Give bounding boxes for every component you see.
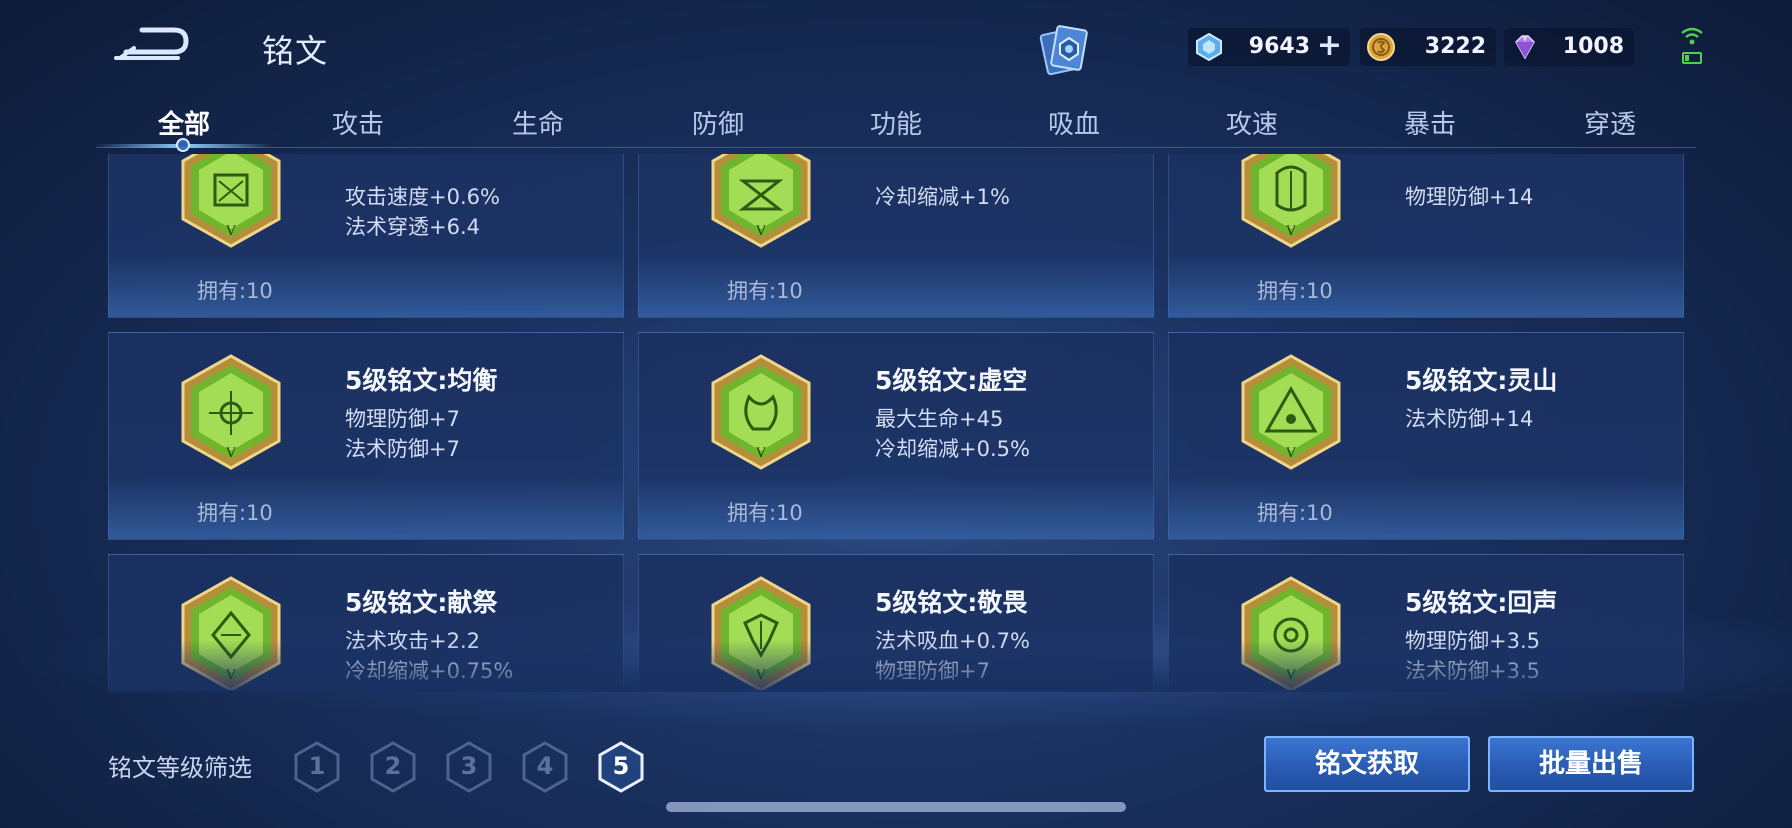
rune-level-mark: V — [1285, 446, 1296, 461]
tab-defense[interactable]: 防御 — [658, 104, 778, 141]
level-filter-label: 铭文等级筛选 — [108, 754, 252, 782]
rune-stat-1: 物理防御+7 — [345, 407, 460, 431]
rune-stat-1: 物理防御+14 — [1405, 185, 1534, 209]
batch-sell-button[interactable]: 批量出售 — [1488, 736, 1694, 792]
tab-function[interactable]: 功能 — [836, 104, 956, 141]
rune-owned-count: 拥有:10 — [197, 501, 273, 525]
green-rune-icon: V — [1241, 576, 1341, 690]
rune-name: 5级铭文:虚空 — [875, 366, 1028, 395]
gold-coin-icon — [1367, 33, 1395, 61]
tab-attack[interactable]: 攻击 — [298, 104, 418, 141]
level-number: 2 — [384, 752, 402, 780]
level-filter-1[interactable]: 1 — [292, 740, 342, 794]
rune-name: 5级铭文:灵山 — [1405, 366, 1558, 395]
rune-owned-count: 拥有:10 — [197, 279, 273, 303]
rune-stat-1: 冷却缩减+1% — [875, 185, 1010, 209]
tab-critical[interactable]: 暴击 — [1370, 104, 1490, 141]
back-arrow-icon — [114, 27, 189, 60]
level-filter-2[interactable]: 2 — [368, 740, 418, 794]
ticket-amount: 9643 — [1248, 34, 1310, 59]
rune-grid: V 攻击速度+0.6% 法术穿透+6.4 拥有:10 V 冷却缩减+1% 拥有:10 V 物理防… — [108, 154, 1684, 690]
green-rune-icon: V — [711, 354, 811, 470]
back-button[interactable] — [112, 22, 192, 66]
tab-health[interactable]: 生命 — [478, 104, 598, 141]
tab-lifesteal[interactable]: 吸血 — [1014, 104, 1134, 141]
top-bar: 铭文 9643 + 3222 1008 — [0, 0, 1792, 90]
rune-card-sacrifice[interactable]: V 5级铭文:献祭法术攻击+2.2 冷却缩减+0.75% — [108, 554, 624, 690]
home-indicator[interactable] — [666, 802, 1126, 812]
green-rune-icon: V — [181, 154, 281, 248]
rune-stat-2: 法术穿透+6.4 — [345, 215, 480, 239]
rune-stat-2: 法术防御+3.5 — [1405, 659, 1540, 683]
gem-amount: 1008 — [1562, 34, 1624, 59]
level-number: 4 — [536, 752, 554, 780]
level-filter-3[interactable]: 3 — [444, 740, 494, 794]
add-currency-plus-icon[interactable]: + — [1317, 31, 1342, 61]
diamond-ticket-icon — [1196, 32, 1222, 62]
level-filter-5[interactable]: 5 — [596, 740, 646, 794]
rune-level-mark: V — [755, 224, 766, 239]
gem-currency: 1008 — [1504, 28, 1634, 66]
rune-owned-count: 拥有:10 — [1257, 279, 1333, 303]
level-number: 5 — [612, 752, 630, 780]
rune-level-mark: V — [1285, 668, 1296, 683]
tab-all[interactable]: 全部 — [124, 104, 244, 141]
rune-level-mark: V — [225, 446, 236, 461]
rune-stat-1: 法术防御+14 — [1405, 407, 1534, 431]
gold-amount: 3222 — [1424, 34, 1486, 59]
rune-stat-2: 冷却缩减+0.75% — [345, 659, 514, 683]
tab-attack-speed[interactable]: 攻速 — [1192, 104, 1312, 141]
tab-penetration[interactable]: 穿透 — [1550, 104, 1670, 141]
green-rune-icon: V — [181, 576, 281, 690]
wifi-icon — [1681, 27, 1703, 45]
rune-level-mark: V — [755, 668, 766, 683]
rune-card-echo[interactable]: V 5级铭文:回声物理防御+3.5 法术防御+3.5 — [1168, 554, 1684, 690]
green-rune-icon: V — [711, 154, 811, 248]
rune-card-void[interactable]: V 5级铭文:虚空最大生命+45 冷却缩减+0.5% 拥有:10 — [638, 332, 1154, 540]
rune-name: 5级铭文:均衡 — [345, 366, 498, 395]
rune-card-defense[interactable]: V 物理防御+14 拥有:10 — [1168, 154, 1684, 318]
rune-card-cooldown[interactable]: V 冷却缩减+1% 拥有:10 — [638, 154, 1154, 318]
rune-level-mark: V — [755, 446, 766, 461]
page-title: 铭文 — [262, 32, 329, 70]
purple-gem-icon — [1515, 35, 1535, 60]
ticket-currency: 9643 + — [1188, 28, 1350, 66]
green-rune-icon: V — [711, 576, 811, 690]
rune-level-mark: V — [1285, 224, 1296, 239]
rune-stat-2: 冷却缩减+0.5% — [875, 437, 1030, 461]
battery-icon — [1682, 52, 1702, 64]
level-number: 1 — [308, 752, 326, 780]
rune-owned-count: 拥有:10 — [727, 501, 803, 525]
gold-currency: 3222 — [1360, 28, 1496, 66]
rune-owned-count: 拥有:10 — [1257, 501, 1333, 525]
rune-acquire-button[interactable]: 铭文获取 — [1264, 736, 1470, 792]
category-tabs: 全部 攻击 生命 防御 功能 吸血 攻速 暴击 穿透 — [96, 96, 1696, 152]
rune-stat-1: 法术攻击+2.2 — [345, 629, 480, 653]
rune-stat-1: 最大生命+45 — [875, 407, 1004, 431]
rune-card-spirit-mountain[interactable]: V 5级铭文:灵山法术防御+14 拥有:10 — [1168, 332, 1684, 540]
rune-stat-1: 物理防御+3.5 — [1405, 629, 1540, 653]
rune-card-balance[interactable]: V 5级铭文:均衡物理防御+7 法术防御+7 拥有:10 — [108, 332, 624, 540]
green-rune-icon: V — [181, 354, 281, 470]
rune-name: 5级铭文:回声 — [1405, 588, 1558, 617]
rune-card-awe[interactable]: V 5级铭文:敬畏法术吸血+0.7% 物理防御+7 — [638, 554, 1154, 690]
rune-card-attack-speed[interactable]: V 攻击速度+0.6% 法术穿透+6.4 拥有:10 — [108, 154, 624, 318]
green-rune-icon: V — [1241, 354, 1341, 470]
rune-stat-1: 法术吸血+0.7% — [875, 629, 1030, 653]
rune-level-mark: V — [225, 224, 236, 239]
rune-owned-count: 拥有:10 — [727, 279, 803, 303]
rune-name: 5级铭文:敬畏 — [875, 588, 1028, 617]
rune-stat-2: 法术防御+7 — [345, 437, 460, 461]
rune-deck-icon[interactable] — [1036, 20, 1092, 78]
rune-name: 5级铭文:献祭 — [345, 588, 498, 617]
rune-stat-1: 攻击速度+0.6% — [345, 185, 500, 209]
green-rune-icon: V — [1241, 154, 1341, 248]
level-number: 3 — [460, 752, 478, 780]
active-tab-indicator — [176, 138, 190, 152]
rune-stat-2: 物理防御+7 — [875, 659, 990, 683]
rune-level-mark: V — [225, 668, 236, 683]
level-filter-4[interactable]: 4 — [520, 740, 570, 794]
